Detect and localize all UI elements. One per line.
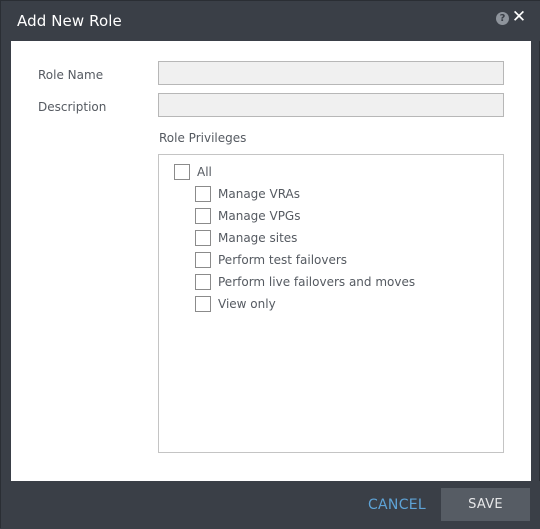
all-label: All	[197, 165, 212, 179]
manage-vpgs-checkbox[interactable]	[195, 208, 211, 224]
live-failovers-checkbox[interactable]	[195, 274, 211, 290]
dialog-content: Role Name Description Role Privileges Al…	[11, 41, 531, 481]
privilege-label: Perform test failovers	[218, 253, 348, 267]
manage-vras-checkbox[interactable]	[195, 186, 211, 202]
role-name-label: Role Name	[38, 68, 104, 82]
view-only-checkbox[interactable]	[195, 296, 211, 312]
close-icon[interactable]: ✕	[511, 8, 527, 26]
role-name-input[interactable]	[158, 61, 504, 85]
manage-sites-checkbox[interactable]	[195, 230, 211, 246]
privilege-label: Perform live failovers and moves	[218, 275, 416, 289]
role-privileges-label: Role Privileges	[159, 131, 247, 145]
all-checkbox[interactable]	[174, 164, 190, 180]
description-input[interactable]	[158, 93, 504, 117]
save-button[interactable]: SAVE	[441, 488, 530, 521]
cancel-button[interactable]: CANCEL	[356, 494, 438, 516]
help-icon[interactable]: ?	[496, 12, 509, 25]
privilege-label: Manage VRAs	[218, 187, 301, 201]
dialog-titlebar: Add New Role ? ✕	[1, 1, 540, 41]
privilege-label: Manage VPGs	[218, 209, 301, 223]
privilege-label: Manage sites	[218, 231, 298, 245]
test-failovers-checkbox[interactable]	[195, 252, 211, 268]
description-label: Description	[38, 100, 107, 114]
role-privileges-list: All Manage VRAs Manage VPGs Manage sites…	[158, 154, 504, 453]
add-new-role-dialog: Add New Role ? ✕ Role Name Description R…	[0, 0, 540, 529]
dialog-footer: CANCEL SAVE	[1, 481, 540, 529]
dialog-title: Add New Role	[17, 12, 122, 30]
privilege-label: View only	[218, 297, 276, 311]
